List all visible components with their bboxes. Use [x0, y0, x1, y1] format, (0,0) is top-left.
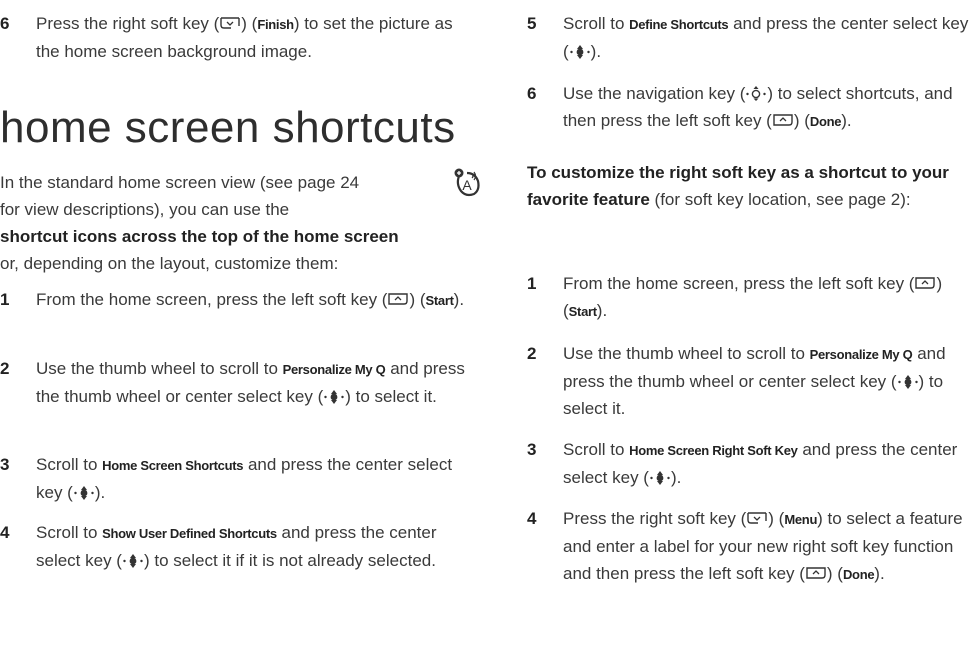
left-step-4: 4 Scroll to Show User Defined Shortcuts …: [0, 523, 437, 570]
menu-personalize-my-q: Personalize My Q: [809, 347, 913, 362]
right-step-2: 2 Use the thumb wheel to scroll to Perso…: [527, 344, 946, 418]
right-step-4: 4 Press the right soft key () (Menu) to …: [527, 509, 963, 583]
key-label-done: Done: [842, 567, 875, 582]
center-select-key-icon: [569, 44, 591, 59]
right-soft-key-icon: [219, 16, 241, 31]
svg-text:A: A: [462, 177, 472, 193]
customize-right-soft-key-intro: To customize the right soft key as a sho…: [527, 163, 949, 209]
navigation-key-icon: [745, 86, 767, 101]
left-soft-key-icon: [387, 292, 409, 307]
center-select-key-icon: [649, 470, 671, 485]
center-select-key-icon: [122, 553, 144, 568]
left-step-2: 2 Use the thumb wheel to scroll to Perso…: [0, 359, 465, 406]
key-label-finish: Finish: [257, 17, 294, 32]
intro-bold-line: shortcut icons across the top of the hom…: [0, 227, 399, 246]
menu-home-screen-shortcuts: Home Screen Shortcuts: [102, 458, 244, 473]
menu-home-screen-right-soft-key: Home Screen Right Soft Key: [629, 443, 798, 458]
key-label-menu: Menu: [784, 512, 818, 527]
key-label-done: Done: [809, 114, 842, 129]
left-step-1: 1 From the home screen, press the left s…: [0, 290, 465, 309]
intro-line-1: In the standard home screen view (see pa…: [0, 173, 360, 192]
right-soft-key-icon: [746, 511, 768, 526]
right-step-1: 1 From the home screen, press the left s…: [527, 274, 943, 320]
intro-line-2: for view descriptions), you can use the: [0, 200, 290, 219]
menu-personalize-my-q: Personalize My Q: [282, 362, 386, 377]
right-step-3: 3 Scroll to Home Screen Right Soft Key a…: [527, 440, 958, 487]
center-select-key-icon: [73, 485, 95, 500]
right-step-5: 5 Scroll to Define Shortcuts and press t…: [527, 14, 969, 61]
right-step-6: 6 Use the navigation key () to select sh…: [527, 84, 953, 130]
left-soft-key-icon: [772, 113, 794, 128]
menu-define-shortcuts: Define Shortcuts: [629, 17, 729, 32]
left-step-3: 3 Scroll to Home Screen Shortcuts and pr…: [0, 455, 453, 502]
section-heading: home screen shortcuts: [0, 103, 456, 152]
menu-show-user-defined-shortcuts: Show User Defined Shortcuts: [102, 526, 277, 541]
intro-line-4: or, depending on the layout, customize t…: [0, 254, 339, 273]
center-select-key-icon: [897, 374, 919, 389]
step-6-finish: 6 Press the right soft key () (Finish) t…: [0, 10, 465, 65]
left-soft-key-icon: [805, 566, 827, 581]
step-number: 6: [0, 14, 10, 33]
left-soft-key-icon: [914, 276, 936, 291]
ptt-shortcut-icon: A: [454, 168, 480, 197]
center-select-key-icon: [323, 389, 345, 404]
